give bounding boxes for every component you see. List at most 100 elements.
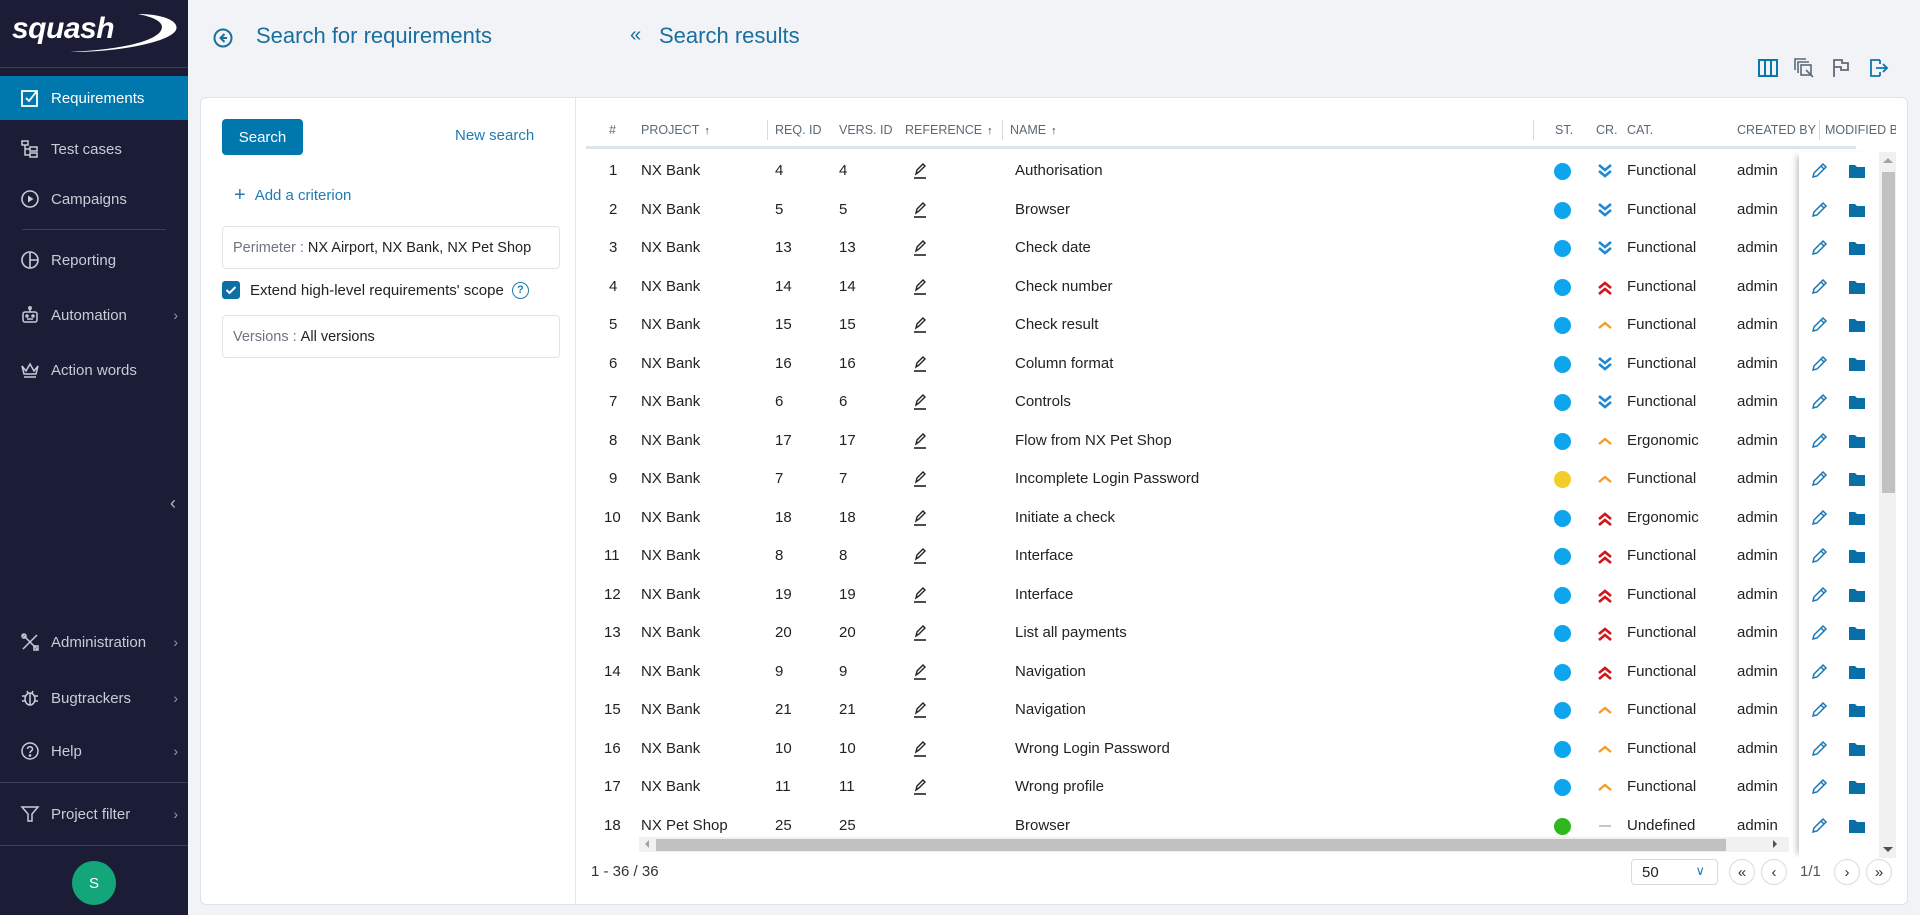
user-avatar[interactable]: S bbox=[72, 861, 116, 905]
cell-name[interactable]: Check number bbox=[1015, 278, 1113, 295]
edit-pencil-icon[interactable] bbox=[1810, 201, 1828, 219]
edit-pencil-icon[interactable] bbox=[1810, 470, 1828, 488]
page-size-select[interactable]: 50 ∨ bbox=[1631, 859, 1718, 885]
edit-reference-icon[interactable] bbox=[912, 393, 928, 411]
edit-pencil-icon[interactable] bbox=[1810, 509, 1828, 527]
edit-reference-icon[interactable] bbox=[912, 432, 928, 450]
sidebar-item-project-filter[interactable]: Project filter › bbox=[0, 792, 188, 836]
edit-reference-icon[interactable] bbox=[912, 316, 928, 334]
column-separator[interactable] bbox=[767, 120, 768, 140]
folder-icon[interactable] bbox=[1849, 742, 1865, 756]
cell-name[interactable]: List all payments bbox=[1015, 624, 1127, 641]
search-button[interactable]: Search bbox=[222, 119, 303, 155]
sidebar-item-test-cases[interactable]: Test cases bbox=[0, 127, 188, 171]
header-status[interactable]: ST. bbox=[1555, 123, 1573, 137]
column-separator[interactable] bbox=[1002, 120, 1003, 140]
help-icon[interactable]: ? bbox=[511, 281, 529, 299]
horizontal-scrollbar[interactable] bbox=[639, 837, 1789, 852]
table-row[interactable]: 11NX Bank88InterfaceFunctionaladminadmin… bbox=[586, 537, 1866, 576]
table-row[interactable]: 9 NX Bank 7 7 Incomplete Login Password Funct… bbox=[586, 460, 1866, 499]
sidebar-item-reporting[interactable]: Reporting bbox=[0, 238, 188, 282]
table-row[interactable]: 12NX Bank1919InterfaceFunctionaladminadm… bbox=[586, 576, 1866, 615]
table-row[interactable]: 13 NX Bank 20 20 List all payments Functional… bbox=[586, 614, 1866, 653]
edit-pencil-icon[interactable] bbox=[1810, 624, 1828, 642]
sidebar-item-help[interactable]: Help › bbox=[0, 729, 188, 773]
cell-name[interactable]: Flow from NX Pet Shop bbox=[1015, 432, 1172, 449]
cell-name[interactable]: Authorisation bbox=[1015, 162, 1103, 179]
edit-reference-icon[interactable] bbox=[912, 701, 928, 719]
folder-icon[interactable] bbox=[1849, 819, 1865, 833]
table-row[interactable]: 16 NX Bank 10 10 Wrong Login Password Functio… bbox=[586, 730, 1866, 769]
edit-pencil-icon[interactable] bbox=[1810, 239, 1828, 257]
scroll-down-arrow-icon[interactable] bbox=[1883, 847, 1893, 852]
edit-pencil-icon[interactable] bbox=[1810, 817, 1828, 835]
previous-page-button[interactable]: ‹ bbox=[1761, 859, 1787, 885]
table-row[interactable]: 5NX Bank1515Check resultFunctionaladmina… bbox=[586, 306, 1866, 345]
edit-reference-icon[interactable] bbox=[912, 586, 928, 604]
edit-reference-icon[interactable] bbox=[912, 470, 928, 488]
edit-pencil-icon[interactable] bbox=[1810, 432, 1828, 450]
edit-reference-icon[interactable] bbox=[912, 239, 928, 257]
edit-reference-icon[interactable] bbox=[912, 740, 928, 758]
vertical-scrollbar[interactable] bbox=[1879, 152, 1896, 858]
cell-name[interactable]: Check date bbox=[1015, 239, 1091, 256]
edit-reference-icon[interactable] bbox=[912, 547, 928, 565]
sidebar-item-campaigns[interactable]: Campaigns bbox=[0, 177, 188, 221]
cell-name[interactable]: Navigation bbox=[1015, 701, 1086, 718]
edit-pencil-icon[interactable] bbox=[1810, 663, 1828, 681]
cell-name[interactable]: Initiate a check bbox=[1015, 509, 1115, 526]
squash-logo[interactable]: squash bbox=[10, 8, 180, 54]
table-row[interactable]: 4NX Bank1414Check numberFunctionaladmina… bbox=[586, 268, 1866, 307]
header-req-id[interactable]: REQ. ID bbox=[775, 123, 822, 137]
edit-reference-icon[interactable] bbox=[912, 162, 928, 180]
folder-icon[interactable] bbox=[1849, 511, 1865, 525]
header-project[interactable]: PROJECT ↑ bbox=[641, 123, 710, 137]
cell-name[interactable]: Interface bbox=[1015, 586, 1073, 603]
column-separator[interactable] bbox=[1533, 120, 1534, 140]
table-row[interactable]: 17 NX Bank 11 11 Wrong profile Functional admi… bbox=[586, 768, 1866, 807]
edit-pencil-icon[interactable] bbox=[1810, 162, 1828, 180]
folder-icon[interactable] bbox=[1849, 549, 1865, 563]
perimeter-criterion[interactable]: Perimeter : NX Airport, NX Bank, NX Pet … bbox=[222, 226, 560, 269]
folder-icon[interactable] bbox=[1849, 588, 1865, 602]
edit-pencil-icon[interactable] bbox=[1810, 740, 1828, 758]
table-row[interactable]: 7NX Bank66ControlsFunctionaladminadmin1 bbox=[586, 383, 1866, 422]
sidebar-item-requirements[interactable]: Requirements bbox=[0, 76, 188, 120]
folder-icon[interactable] bbox=[1849, 626, 1865, 640]
edit-reference-icon[interactable] bbox=[912, 509, 928, 527]
table-row[interactable]: 1NX Bank44AuthorisationFunctionaladminad… bbox=[586, 152, 1866, 191]
header-reference[interactable]: REFERENCE ↑ bbox=[905, 123, 993, 137]
header-vers-id[interactable]: VERS. ID bbox=[839, 123, 893, 137]
table-row[interactable]: 8 NX Bank 17 17 Flow from NX Pet Shop Ergonom… bbox=[586, 422, 1866, 461]
cell-name[interactable]: Browser bbox=[1015, 817, 1070, 834]
cell-name[interactable]: Incomplete Login Password bbox=[1015, 470, 1199, 487]
edit-reference-icon[interactable] bbox=[912, 663, 928, 681]
edit-pencil-icon[interactable] bbox=[1810, 278, 1828, 296]
back-button[interactable] bbox=[212, 27, 234, 49]
add-criterion-button[interactable]: + Add a criterion bbox=[234, 185, 351, 205]
first-page-button[interactable]: « bbox=[1729, 859, 1755, 885]
folder-icon[interactable] bbox=[1849, 164, 1865, 178]
folder-icon[interactable] bbox=[1849, 780, 1865, 794]
folder-icon[interactable] bbox=[1849, 357, 1865, 371]
flag-button[interactable] bbox=[1829, 56, 1853, 80]
cell-name[interactable]: Wrong profile bbox=[1015, 778, 1104, 795]
extend-scope-checkbox[interactable] bbox=[222, 281, 240, 299]
folder-icon[interactable] bbox=[1849, 203, 1865, 217]
vertical-scroll-thumb[interactable] bbox=[1882, 172, 1895, 493]
collapse-sidebar-button[interactable]: ‹ bbox=[164, 492, 182, 514]
table-row[interactable]: 6 NX Bank 16 16 Column format Functional admin… bbox=[586, 345, 1866, 384]
edit-reference-icon[interactable] bbox=[912, 355, 928, 373]
new-search-link[interactable]: New search bbox=[455, 127, 534, 144]
folder-icon[interactable] bbox=[1849, 472, 1865, 486]
folder-icon[interactable] bbox=[1849, 280, 1865, 294]
header-created-by[interactable]: CREATED BY bbox=[1737, 123, 1816, 137]
edit-pencil-icon[interactable] bbox=[1810, 355, 1828, 373]
scroll-right-arrow-icon[interactable] bbox=[1773, 840, 1777, 848]
folder-icon[interactable] bbox=[1849, 665, 1865, 679]
table-row[interactable]: 2NX Bank55BrowserFunctionaladminadmin1 bbox=[586, 191, 1866, 230]
folder-icon[interactable] bbox=[1849, 318, 1865, 332]
edit-reference-icon[interactable] bbox=[912, 201, 928, 219]
edit-pencil-icon[interactable] bbox=[1810, 701, 1828, 719]
collapse-search-icon[interactable]: « bbox=[630, 24, 641, 47]
